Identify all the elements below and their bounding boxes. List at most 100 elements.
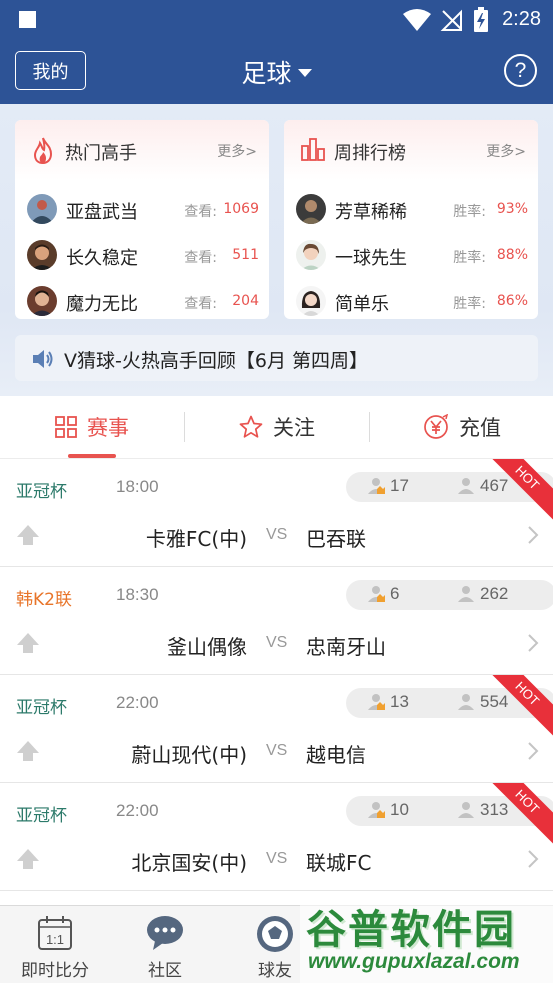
list-item[interactable]: 芳草稀稀 胜率: 93% (296, 194, 528, 228)
notification-square-icon (19, 11, 36, 28)
user-icon (458, 478, 474, 494)
vs-label: VS (266, 850, 288, 867)
watermark: 谷普软件园 www.gupuxlazal.com (300, 895, 553, 983)
weekly-rank-card: 周排行榜 更多> 芳草稀稀 胜率: 93% 一球先生 胜率: 88% 简单乐 胜… (284, 120, 538, 319)
league-name: 亚冠杯 (16, 806, 67, 826)
help-button[interactable]: ? (504, 54, 537, 87)
list-item[interactable]: 一球先生 胜率: 88% (296, 240, 528, 274)
home-team: 卡雅FC(中) (145, 527, 247, 551)
tab-label: 赛事 (87, 416, 129, 440)
expert-count-value: 10 (390, 800, 409, 819)
win-rate-value: 93% (496, 201, 528, 217)
sport-selector[interactable]: 足球 (0, 54, 553, 90)
weekly-rank-title: 周排行榜 (334, 143, 406, 164)
view-count-label: 查看: (184, 296, 217, 312)
avatar (296, 286, 326, 316)
tab-label: 充值 (459, 416, 501, 440)
expert-user-icon (368, 694, 385, 710)
expert-count: 13 (366, 692, 409, 712)
nav-label: 社区 (148, 961, 182, 981)
match-row[interactable]: 亚冠杯 22:00 10 313 北京国安(中) VS 联城FC HOT (0, 783, 553, 891)
expert-name: 魔力无比 (66, 294, 138, 315)
match-row[interactable]: 亚冠杯 18:00 17 467 卡雅FC(中) VS 巴吞联 HOT (0, 459, 553, 567)
chat-bubble-icon (147, 916, 183, 950)
match-time: 18:00 (116, 477, 159, 496)
avatar (27, 240, 57, 270)
match-row[interactable]: 亚冠杯 22:00 13 554 蔚山现代(中) VS 越电信 HOT (0, 675, 553, 783)
grid-icon (55, 416, 77, 438)
nav-community[interactable]: 社区 (110, 906, 220, 983)
chevron-right-icon (528, 526, 539, 544)
pin-top-arrow-icon[interactable] (16, 847, 40, 871)
top-area: 热门高手 更多> 亚盘武当 查看: 1069 长久稳定 查看: 511 魔力无比… (0, 104, 553, 396)
speaker-icon (33, 350, 53, 368)
weekly-rank-header: 周排行榜 更多> (284, 120, 538, 180)
pin-top-arrow-icon[interactable] (16, 523, 40, 547)
win-rate-label: 胜率: (453, 250, 486, 266)
pin-top-arrow-icon[interactable] (16, 631, 40, 655)
home-team: 蔚山现代(中) (131, 743, 247, 767)
view-count-label: 查看: (184, 250, 217, 266)
chevron-right-icon (528, 742, 539, 760)
expert-name: 一球先生 (335, 248, 407, 269)
avatar (296, 194, 326, 224)
avatar (27, 286, 57, 316)
match-time: 22:00 (116, 693, 159, 712)
vs-label: VS (266, 742, 288, 759)
expert-name: 长久稳定 (66, 248, 138, 269)
list-item[interactable]: 魔力无比 查看: 204 (27, 286, 259, 319)
football-icon (257, 916, 293, 952)
tab-events[interactable]: 赛事 (0, 396, 184, 458)
win-rate-label: 胜率: (453, 204, 486, 220)
win-rate-value: 88% (496, 247, 528, 263)
tab-recharge[interactable]: 充值 (370, 396, 553, 458)
user-count-value: 554 (480, 692, 509, 711)
expert-count: 10 (366, 800, 409, 820)
view-count-value: 1069 (223, 201, 259, 217)
nav-live-score[interactable]: 1:1 即时比分 (0, 906, 110, 983)
match-stats-pill: 6 262 (346, 580, 553, 610)
list-item[interactable]: 简单乐 胜率: 86% (296, 286, 528, 319)
svg-text:1:1: 1:1 (46, 932, 64, 947)
expert-count: 17 (366, 476, 409, 496)
pin-top-arrow-icon[interactable] (16, 739, 40, 763)
weekly-rank-more-link[interactable]: 更多> (486, 141, 526, 161)
away-team: 联城FC (306, 851, 372, 875)
vs-label: VS (266, 634, 288, 651)
user-count: 262 (456, 584, 508, 604)
app-header: 我的 足球 ? (0, 40, 553, 104)
tab-follow[interactable]: 关注 (185, 396, 369, 458)
status-bar: 2:28 (0, 0, 553, 40)
away-team: 越电信 (306, 743, 366, 767)
match-list: 亚冠杯 18:00 17 467 卡雅FC(中) VS 巴吞联 HOT 韩K2联… (0, 459, 553, 905)
user-count-value: 262 (480, 584, 509, 603)
hot-experts-header: 热门高手 更多> (15, 120, 269, 180)
expert-count-value: 6 (390, 584, 400, 603)
expert-count-value: 13 (390, 692, 409, 711)
list-item[interactable]: 亚盘武当 查看: 1069 (27, 194, 259, 228)
hot-experts-more-link[interactable]: 更多> (217, 141, 257, 161)
list-item[interactable]: 长久稳定 查看: 511 (27, 240, 259, 274)
user-count: 313 (456, 800, 508, 820)
home-team: 北京国安(中) (131, 851, 247, 875)
expert-name: 简单乐 (335, 294, 389, 315)
win-rate-value: 86% (496, 293, 528, 309)
notice-banner[interactable]: V猜球-火热高手回顾【6月 第四周】 (15, 335, 538, 381)
away-team: 巴吞联 (306, 527, 366, 551)
avatar (296, 240, 326, 270)
expert-name: 芳草稀稀 (335, 202, 407, 223)
user-icon (458, 694, 474, 710)
league-name: 韩K2联 (16, 590, 72, 610)
match-row[interactable]: 韩K2联 18:30 6 262 釜山偶像 VS 忠南牙山 (0, 567, 553, 675)
expert-user-icon (368, 478, 385, 494)
no-signal-icon (440, 9, 462, 31)
user-count: 467 (456, 476, 508, 496)
user-icon (458, 802, 474, 818)
match-time: 22:00 (116, 801, 159, 820)
league-name: 亚冠杯 (16, 482, 67, 502)
view-count-label: 查看: (184, 204, 217, 220)
view-count-value: 204 (232, 293, 259, 309)
user-count-value: 467 (480, 476, 509, 495)
hot-experts-card: 热门高手 更多> 亚盘武当 查看: 1069 长久稳定 查看: 511 魔力无比… (15, 120, 269, 319)
scoreboard-icon: 1:1 (38, 916, 72, 950)
